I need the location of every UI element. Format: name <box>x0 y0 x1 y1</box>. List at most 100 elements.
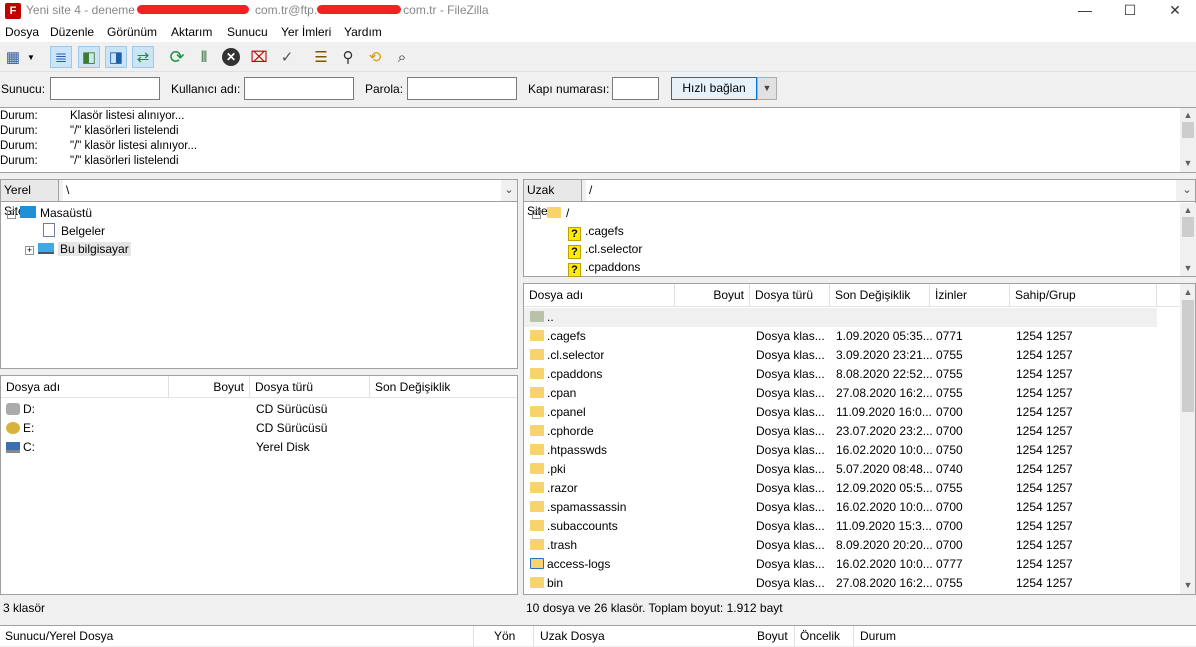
expand-icon[interactable]: + <box>25 246 34 255</box>
dropdown-arrow-icon[interactable]: ▼ <box>24 46 38 68</box>
maximize-button[interactable]: ☐ <box>1107 0 1153 22</box>
local-site-bar: Yerel Site: \ ⌄ <box>1 180 517 218</box>
scroll-down-icon[interactable]: ▼ <box>1180 263 1196 273</box>
column-type[interactable]: Dosya türü <box>250 376 370 398</box>
username-input[interactable] <box>244 77 354 100</box>
scroll-thumb[interactable] <box>1182 122 1194 138</box>
remote-list-header: Dosya adı Boyut Dosya türü Son Değişikli… <box>524 284 1180 307</box>
process-queue-icon[interactable]: ⦀ <box>193 46 215 68</box>
table-row[interactable]: .spamassassin Dosya klas... 16.02.2020 10:… <box>524 498 1157 517</box>
menu-dosya[interactable]: Dosya <box>5 25 39 39</box>
quickconnect-dropdown-icon[interactable]: ▼ <box>757 77 777 100</box>
scroll-thumb[interactable] <box>1182 300 1194 412</box>
menu-gorunum[interactable]: Görünüm <box>107 25 157 39</box>
table-row[interactable]: .trash Dosya klas... 8.09.2020 20:20... 070… <box>524 536 1157 555</box>
column-filename[interactable]: Dosya adı <box>524 284 675 306</box>
table-row[interactable]: bin Dosya klas... 27.08.2020 16:2... 0755 12… <box>524 574 1157 593</box>
tree-item-this-pc[interactable]: + Bu bilgisayar <box>25 240 131 258</box>
queue-column-remote-file[interactable]: Uzak Dosya <box>540 629 605 643</box>
filter-icon[interactable]: ⚲ <box>337 46 359 68</box>
column-size[interactable]: Boyut <box>675 284 750 306</box>
menu-aktarim[interactable]: Aktarım <box>171 25 212 39</box>
port-label: Kapı numarası: <box>528 82 610 96</box>
table-row[interactable]: access-logs Dosya klas... 16.02.2020 10:0.… <box>524 555 1157 574</box>
folder-icon <box>530 520 544 531</box>
toggle-queue-icon[interactable]: ⇄ <box>132 46 154 68</box>
menu-yer-imleri[interactable]: Yer İmleri <box>281 25 331 39</box>
scroll-up-icon[interactable]: ▲ <box>1180 287 1195 297</box>
menu-yardim[interactable]: Yardım <box>344 25 382 39</box>
scroll-down-icon[interactable]: ▼ <box>1180 158 1196 168</box>
tree-item-cl-selector[interactable]: ? .cl.selector <box>568 240 642 259</box>
minimize-button[interactable]: — <box>1062 0 1108 22</box>
sync-browsing-icon[interactable]: ⟲ <box>364 46 386 68</box>
table-row[interactable]: D: CD Sürücüsü <box>1 400 517 419</box>
table-row[interactable]: .htpasswds Dosya klas... 16.02.2020 10:0..… <box>524 441 1157 460</box>
table-row[interactable]: .cagefs Dosya klas... 1.09.2020 05:35... 07… <box>524 327 1157 346</box>
host-input[interactable] <box>50 77 160 100</box>
tree-item-documents[interactable]: Belgeler <box>43 222 105 240</box>
column-type[interactable]: Dosya türü <box>750 284 830 306</box>
directory-comparison-icon[interactable]: ☰ <box>310 46 332 68</box>
quickconnect-button[interactable]: Hızlı bağlan <box>671 77 757 100</box>
scroll-up-icon[interactable]: ▲ <box>1180 205 1196 215</box>
remote-site-bar: Uzak Site: / ⌄ <box>524 180 1195 218</box>
cancel-icon[interactable]: ✕ <box>220 46 242 68</box>
table-row[interactable]: E: CD Sürücüsü <box>1 419 517 438</box>
column-size[interactable]: Boyut <box>169 376 250 398</box>
remote-path-dropdown-icon[interactable]: ⌄ <box>1179 180 1195 201</box>
table-row[interactable]: .cpanel Dosya klas... 11.09.2020 16:0... 07… <box>524 403 1157 422</box>
password-label: Parola: <box>365 82 404 96</box>
menu-duzenle[interactable]: Düzenle <box>50 25 94 39</box>
table-row[interactable]: .cphorde Dosya klas... 23.07.2020 23:2... 0… <box>524 422 1157 441</box>
parent-folder-icon <box>530 311 544 322</box>
tree-item-desktop[interactable]: − Masaüstü <box>7 204 92 222</box>
column-owner-group[interactable]: Sahip/Grup <box>1010 284 1157 306</box>
remote-status: 10 dosya ve 26 klasör. Toplam boyut: 1.9… <box>523 597 1196 619</box>
site-manager-icon[interactable]: ▦ <box>2 46 24 68</box>
column-filename[interactable]: Dosya adı <box>1 376 169 398</box>
tree-item-cagefs[interactable]: ? .cagefs <box>568 222 624 241</box>
table-row[interactable]: .subaccounts Dosya klas... 11.09.2020 15:3… <box>524 517 1157 536</box>
queue-column-direction[interactable]: Yön <box>494 629 515 643</box>
toggle-log-icon[interactable]: ≣ <box>50 46 72 68</box>
collapse-icon[interactable]: − <box>7 210 16 219</box>
disconnect-icon[interactable]: ⌧ <box>248 46 270 68</box>
menu-sunucu[interactable]: Sunucu <box>227 25 268 39</box>
table-row[interactable]: .cl.selector Dosya klas... 3.09.2020 23:21… <box>524 346 1157 365</box>
local-path-dropdown-icon[interactable]: ⌄ <box>501 180 517 201</box>
table-row[interactable]: C: Yerel Disk <box>1 438 517 457</box>
close-button[interactable]: ✕ <box>1152 0 1196 22</box>
toggle-local-tree-icon[interactable]: ◧ <box>78 46 100 68</box>
table-row[interactable]: .pki Dosya klas... 5.07.2020 08:48... 0740 1… <box>524 460 1157 479</box>
scroll-down-icon[interactable]: ▼ <box>1180 580 1195 590</box>
local-path-input[interactable]: \ <box>63 180 501 201</box>
queue-column-local-file[interactable]: Sunucu/Yerel Dosya <box>5 629 113 643</box>
unknown-folder-icon: ? <box>568 263 581 277</box>
column-modified[interactable]: Son Değişiklik <box>370 376 517 398</box>
column-modified[interactable]: Son Değişiklik <box>830 284 930 306</box>
scroll-thumb[interactable] <box>1182 217 1194 237</box>
search-icon[interactable]: ⌕ <box>391 46 413 68</box>
table-row[interactable]: .cpan Dosya klas... 27.08.2020 16:2... 0755… <box>524 384 1157 403</box>
table-row[interactable]: .cpaddons Dosya klas... 8.08.2020 22:52...… <box>524 365 1157 384</box>
queue-column-priority[interactable]: Öncelik <box>800 629 840 643</box>
parent-directory-row[interactable]: .. <box>524 308 1157 327</box>
password-input[interactable] <box>407 77 517 100</box>
port-input[interactable] <box>612 77 659 100</box>
queue-column-size[interactable]: Boyut <box>757 629 788 643</box>
remote-list-scrollbar[interactable]: ▲ ▼ <box>1180 284 1195 594</box>
refresh-icon[interactable]: ⟳ <box>166 46 188 68</box>
tree-item-cpaddons[interactable]: ? .cpaddons <box>568 258 640 277</box>
remote-tree-scrollbar[interactable]: ▲ ▼ <box>1180 203 1196 276</box>
queue-column-status[interactable]: Durum <box>860 629 896 643</box>
column-permissions[interactable]: İzinler <box>930 284 1010 306</box>
log-scrollbar[interactable]: ▲ ▼ <box>1180 108 1196 172</box>
tree-item-root[interactable]: − / <box>532 204 569 222</box>
reconnect-icon[interactable]: ✓ <box>276 46 298 68</box>
scroll-up-icon[interactable]: ▲ <box>1180 110 1196 120</box>
table-row[interactable]: .razor Dosya klas... 12.09.2020 05:5... 075… <box>524 479 1157 498</box>
toggle-remote-tree-icon[interactable]: ◨ <box>105 46 127 68</box>
collapse-icon[interactable]: − <box>532 210 541 219</box>
remote-path-input[interactable]: / <box>586 180 1176 201</box>
